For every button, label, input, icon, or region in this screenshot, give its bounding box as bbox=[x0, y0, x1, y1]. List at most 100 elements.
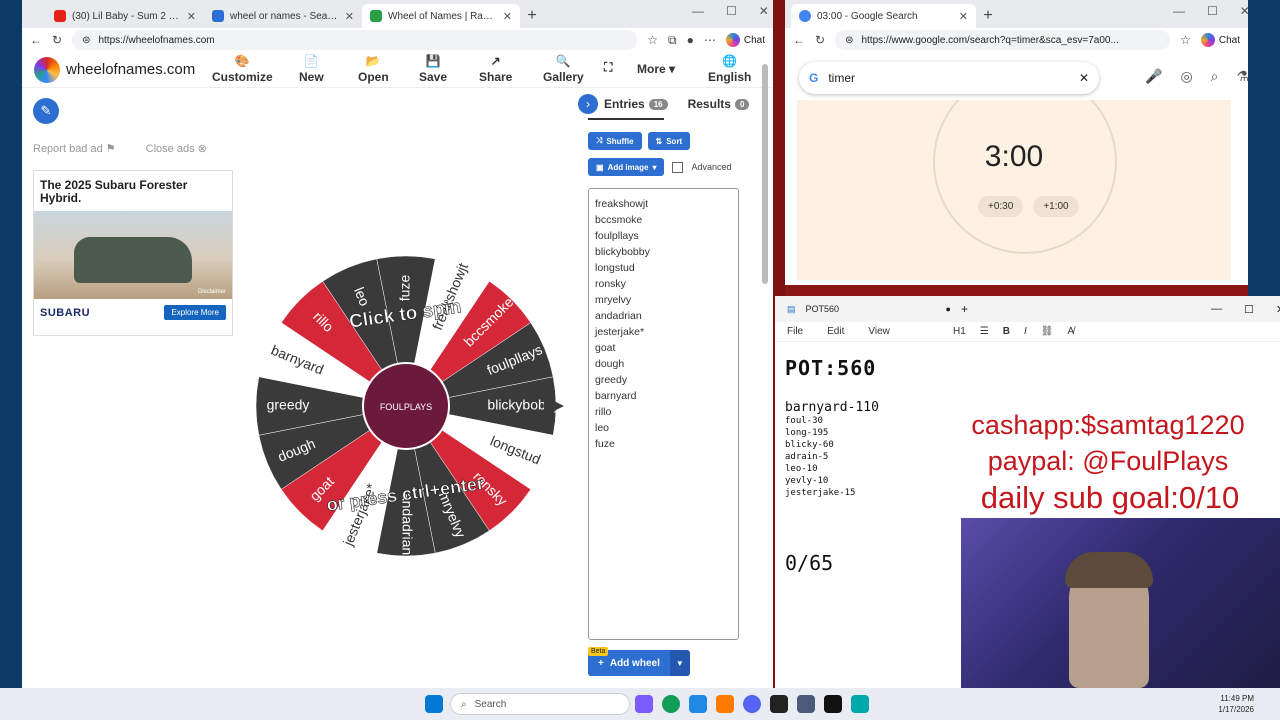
store-icon[interactable] bbox=[689, 695, 707, 713]
url-field[interactable]: ⊜ https://wheelofnames.com bbox=[72, 30, 638, 50]
subaru-ad[interactable]: The 2025 Subaru Forester Hybrid. Disclai… bbox=[33, 170, 233, 336]
explore-more-button[interactable]: Explore More bbox=[164, 305, 226, 320]
close-ads-link[interactable]: Close ads ⊗ bbox=[146, 142, 207, 155]
close-window-icon[interactable]: ✕ bbox=[759, 4, 769, 18]
notepad-tab[interactable]: POT560 bbox=[806, 304, 936, 314]
favorite-star-icon[interactable]: ☆ bbox=[1180, 33, 1191, 47]
explorer-icon[interactable] bbox=[716, 695, 734, 713]
open-button[interactable]: 📂 Open bbox=[358, 54, 389, 84]
menu-dots-icon[interactable]: ⋯ bbox=[704, 33, 716, 47]
close-icon[interactable]: ✕ bbox=[187, 10, 196, 23]
maximize-icon[interactable]: ☐ bbox=[1207, 4, 1218, 18]
close-window-icon[interactable]: ✕ bbox=[1240, 4, 1248, 18]
fullscreen-button[interactable]: ⛶ bbox=[604, 60, 612, 76]
collapse-chevron-icon[interactable]: › bbox=[578, 94, 598, 114]
tab-entries[interactable]: Entries 16 bbox=[604, 97, 668, 111]
menu-file[interactable]: File bbox=[787, 326, 803, 337]
clear-format-icon[interactable]: A̸ bbox=[1067, 326, 1074, 337]
new-tab-button[interactable]: + bbox=[976, 4, 1000, 28]
ad-disclaimer[interactable]: Disclaimer bbox=[198, 289, 226, 295]
heading-select[interactable]: H1 bbox=[953, 326, 966, 337]
refresh-icon[interactable]: ↻ bbox=[815, 33, 825, 47]
game-icon[interactable] bbox=[824, 695, 842, 713]
url-field[interactable]: ⊜ https://www.google.com/search?q=timer&… bbox=[835, 30, 1171, 50]
shuffle-button[interactable]: ⤨ Shuffle bbox=[588, 132, 642, 150]
add-1m-button[interactable]: +1:00 bbox=[1033, 196, 1079, 217]
back-icon[interactable]: ← bbox=[30, 33, 42, 47]
close-icon[interactable]: ✕ bbox=[503, 10, 512, 23]
start-windows-icon[interactable] bbox=[425, 695, 443, 713]
share-button[interactable]: ↗ Share bbox=[479, 54, 512, 84]
site-brand[interactable]: wheelofnames.com bbox=[66, 61, 195, 78]
close-window-icon[interactable]: ✕ bbox=[1276, 303, 1280, 316]
minimize-icon[interactable]: — bbox=[1173, 4, 1185, 18]
collections-icon[interactable]: ⧉ bbox=[668, 33, 677, 48]
menu-view[interactable]: View bbox=[868, 326, 890, 337]
add-image-button[interactable]: ▣ Add image ▾ bbox=[588, 158, 665, 176]
close-icon[interactable]: ✕ bbox=[959, 10, 968, 23]
tab-wheel-of-names[interactable]: Wheel of Names | Random name p ✕ bbox=[362, 4, 520, 28]
labs-icon[interactable]: ⚗ bbox=[1237, 68, 1249, 85]
tab-search[interactable]: wheel or names - Search ✕ bbox=[204, 4, 362, 28]
list-icon[interactable]: ☰ bbox=[980, 326, 989, 337]
entry-line: mryelvy bbox=[595, 294, 632, 306]
wheel-logo-icon[interactable] bbox=[34, 56, 60, 83]
page-scrollbar[interactable] bbox=[762, 64, 768, 284]
google-search-box[interactable]: G timer ✕ bbox=[799, 62, 1099, 94]
gallery-button[interactable]: 🔍 Gallery bbox=[543, 54, 584, 84]
more-button[interactable]: More ▾ bbox=[637, 62, 675, 76]
site-info-icon[interactable]: ⊜ bbox=[82, 35, 90, 46]
notepad-app-icon[interactable] bbox=[851, 695, 869, 713]
lens-icon[interactable]: ◎ bbox=[1180, 68, 1192, 85]
copilot-chat-button[interactable]: Chat bbox=[725, 33, 765, 47]
spin-wheel[interactable]: blickybobbylongstudronskymryelvyandadria… bbox=[248, 250, 568, 560]
copilot-chat-button[interactable]: Chat bbox=[1200, 33, 1240, 47]
minimize-icon[interactable]: — bbox=[692, 4, 704, 18]
link-icon[interactable]: ⛓ bbox=[1041, 326, 1054, 337]
microphone-icon[interactable]: 🎤 bbox=[1145, 68, 1162, 85]
site-info-icon[interactable]: ⊜ bbox=[845, 35, 853, 46]
beta-badge: Beta bbox=[588, 647, 609, 656]
maximize-icon[interactable]: ☐ bbox=[1244, 303, 1254, 316]
system-clock[interactable]: 11:49 PM 1/17/2026 bbox=[1218, 693, 1254, 715]
new-tab-button[interactable]: + bbox=[520, 4, 544, 28]
notepad-body[interactable]: POT:560 barnyard-110 foul-30 long-195 blic… bbox=[785, 348, 879, 575]
entry-line: longstud bbox=[595, 262, 635, 274]
favorite-star-icon[interactable]: ☆ bbox=[647, 33, 658, 47]
discord-icon[interactable] bbox=[743, 695, 761, 713]
new-tab-button[interactable]: + bbox=[961, 302, 968, 316]
window-controls: — ☐ ✕ bbox=[692, 4, 769, 18]
clear-icon[interactable]: ✕ bbox=[1079, 71, 1089, 85]
edit-pencil-icon[interactable]: ✎ bbox=[33, 98, 59, 124]
timer-value[interactable]: 3:00 bbox=[797, 140, 1231, 174]
sort-button[interactable]: ⇅ Sort bbox=[647, 132, 691, 150]
taskbar-search[interactable]: ⌕ Search bbox=[450, 693, 630, 715]
bold-icon[interactable]: B bbox=[1003, 326, 1010, 337]
language-button[interactable]: 🌐 English bbox=[708, 54, 751, 84]
menu-edit[interactable]: Edit bbox=[827, 326, 844, 337]
refresh-icon[interactable]: ↻ bbox=[52, 33, 62, 47]
save-button[interactable]: 💾 Save bbox=[419, 54, 447, 84]
clock-time: 11:49 PM bbox=[1220, 694, 1254, 703]
copilot-app-icon[interactable] bbox=[635, 695, 653, 713]
italic-icon[interactable]: I bbox=[1024, 326, 1027, 337]
tab-youtube[interactable]: (30) Lil Baby - Sum 2 Prove (O ✕ bbox=[46, 4, 204, 28]
report-bad-ad-link[interactable]: Report bad ad ⚑ bbox=[33, 142, 116, 155]
customize-button[interactable]: 🎨 Customize bbox=[212, 54, 273, 84]
minimize-icon[interactable]: — bbox=[1211, 303, 1222, 316]
add-wheel-dropdown[interactable]: ▼ bbox=[669, 650, 690, 676]
maximize-icon[interactable]: ☐ bbox=[726, 4, 737, 18]
close-icon[interactable]: ✕ bbox=[345, 10, 354, 23]
tab-google-timer[interactable]: 03:00 - Google Search ✕ bbox=[791, 4, 976, 28]
entries-textarea[interactable]: freakshowjt bccsmoke foulpllays blickybobby… bbox=[588, 188, 739, 640]
steam-icon[interactable] bbox=[797, 695, 815, 713]
profile-icon[interactable]: ● bbox=[687, 33, 694, 47]
edge-browser-icon[interactable] bbox=[662, 695, 680, 713]
back-icon[interactable]: ← bbox=[793, 33, 805, 47]
tab-results[interactable]: Results 0 bbox=[688, 97, 750, 111]
app-icon[interactable] bbox=[770, 695, 788, 713]
search-icon[interactable]: ⌕ bbox=[1211, 68, 1219, 85]
add-30s-button[interactable]: +0:30 bbox=[978, 196, 1024, 217]
new-button[interactable]: 📄 New bbox=[299, 54, 324, 84]
advanced-checkbox[interactable] bbox=[672, 161, 684, 173]
